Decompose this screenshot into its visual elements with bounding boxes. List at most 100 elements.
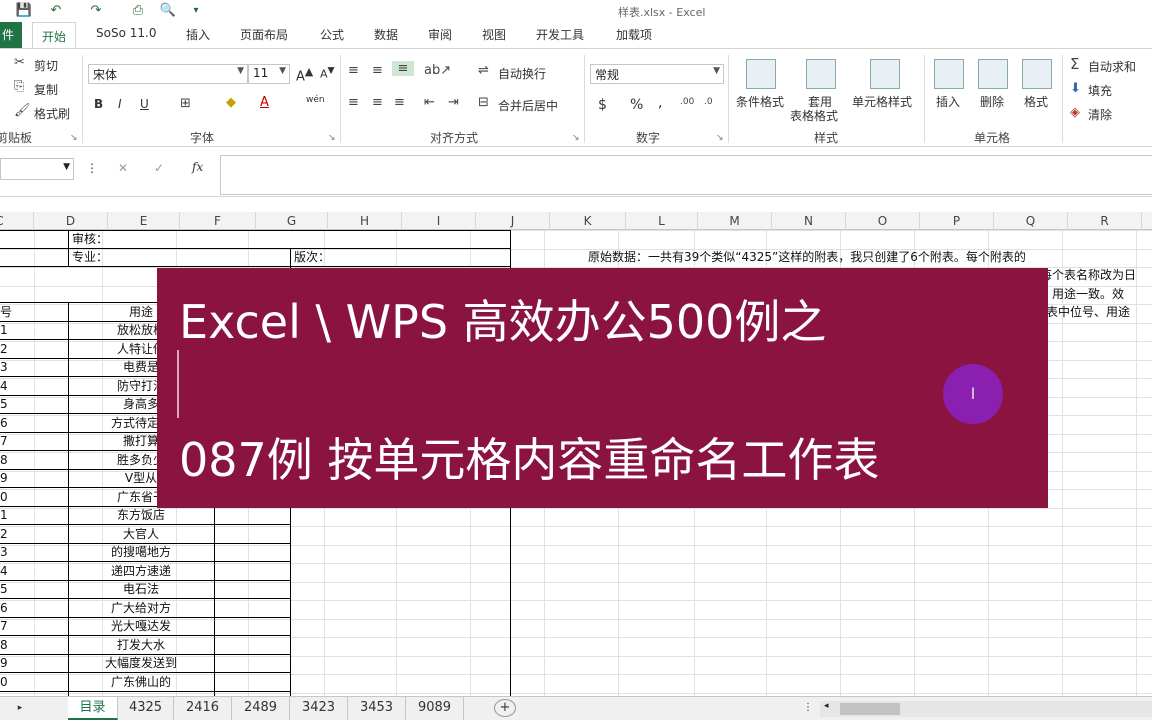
underline-button[interactable]: U bbox=[140, 97, 149, 111]
font-size-select[interactable]: 11 ▼ bbox=[248, 64, 290, 84]
tab-addins[interactable]: 加载项 bbox=[616, 26, 652, 43]
wrap-text-button[interactable]: 自动换行 bbox=[498, 65, 546, 82]
column-header[interactable]: K bbox=[550, 212, 626, 230]
save-icon[interactable]: 💾 bbox=[14, 2, 34, 20]
merge-center-button[interactable]: 合并后居中 bbox=[498, 97, 558, 114]
print-preview-icon[interactable]: ⎙ bbox=[128, 2, 148, 20]
tab-page-layout[interactable]: 页面布局 bbox=[240, 26, 288, 43]
align-left-icon[interactable]: ≡ bbox=[348, 95, 359, 110]
column-header[interactable]: E bbox=[108, 212, 180, 230]
sheet-tab-9089[interactable]: 9089 bbox=[406, 697, 464, 720]
delete-cells-button[interactable]: 删除 bbox=[980, 93, 1004, 110]
column-header[interactable]: D bbox=[34, 212, 108, 230]
clear-button[interactable]: 清除 bbox=[1088, 106, 1112, 123]
divider bbox=[584, 55, 585, 143]
format-painter-button[interactable]: 格式刷 bbox=[34, 105, 70, 122]
sheet-tab-2416[interactable]: 2416 bbox=[174, 697, 232, 720]
column-header[interactable]: N bbox=[772, 212, 846, 230]
more-options-icon: ⋮ bbox=[803, 702, 813, 713]
decrease-indent-icon[interactable]: ⇤ bbox=[424, 95, 435, 110]
insert-function-button[interactable]: fx bbox=[192, 160, 203, 174]
tab-file[interactable]: 件 bbox=[0, 22, 22, 48]
percent-button[interactable]: % bbox=[630, 97, 643, 113]
currency-button[interactable]: $ bbox=[598, 97, 607, 113]
scroll-left-icon[interactable]: ◂ bbox=[824, 701, 829, 711]
column-header[interactable]: G bbox=[256, 212, 328, 230]
column-header[interactable]: C bbox=[0, 212, 34, 230]
borders-icon[interactable]: ⊞ bbox=[180, 96, 191, 111]
comma-button[interactable]: , bbox=[658, 95, 662, 111]
name-box[interactable]: ▼ bbox=[0, 158, 74, 180]
sheet-tab-4325[interactable]: 4325 bbox=[118, 697, 174, 720]
column-header[interactable]: L bbox=[626, 212, 698, 230]
align-right-icon[interactable]: ≡ bbox=[394, 95, 405, 110]
autosum-button[interactable]: 自动求和 bbox=[1088, 58, 1136, 75]
sheet-tab-3453[interactable]: 3453 bbox=[348, 697, 406, 720]
column-header[interactable]: H bbox=[328, 212, 402, 230]
scroll-tabs-right-icon[interactable]: ▸ bbox=[10, 697, 30, 720]
column-header[interactable]: O bbox=[846, 212, 920, 230]
insert-cells-button[interactable]: 插入 bbox=[936, 93, 960, 110]
alignment-launcher-icon[interactable]: ↘ bbox=[572, 133, 580, 143]
conditional-format-button[interactable]: 条件格式 bbox=[736, 93, 784, 110]
italic-button[interactable]: I bbox=[118, 97, 122, 111]
orientation-icon[interactable]: ab↗ bbox=[424, 63, 451, 78]
grow-font-button[interactable]: A▲ bbox=[296, 65, 313, 84]
align-center-icon[interactable]: ≡ bbox=[372, 95, 383, 110]
formula-input[interactable] bbox=[220, 155, 1152, 195]
cancel-icon[interactable]: ✕ bbox=[118, 161, 128, 175]
cell-styles-button[interactable]: 单元格样式 bbox=[852, 93, 912, 110]
tab-formulas[interactable]: 公式 bbox=[320, 26, 344, 43]
customize-qa-icon[interactable]: ▾ bbox=[186, 2, 206, 20]
redo-icon[interactable]: ↷ bbox=[86, 2, 106, 20]
sheet-tab-2489[interactable]: 2489 bbox=[232, 697, 290, 720]
clipboard-launcher-icon[interactable]: ↘ bbox=[70, 133, 78, 143]
scrollbar-thumb[interactable] bbox=[840, 703, 900, 715]
fill-color-icon[interactable]: ◆ bbox=[226, 95, 236, 110]
tab-home[interactable]: 开始 bbox=[32, 22, 77, 49]
row-number: 5 bbox=[0, 397, 8, 411]
add-sheet-button[interactable]: + bbox=[494, 699, 516, 717]
tab-soso[interactable]: SoSo 11.0 bbox=[96, 26, 156, 40]
copy-button[interactable]: 复制 bbox=[34, 81, 58, 98]
sheet-tab-3423[interactable]: 3423 bbox=[290, 697, 348, 720]
align-middle-icon[interactable]: ≡ bbox=[372, 63, 383, 78]
zoom-preview-icon[interactable]: 🔍 bbox=[158, 2, 178, 20]
increase-decimal-icon[interactable]: .00 bbox=[680, 97, 694, 107]
column-header[interactable]: F bbox=[180, 212, 256, 230]
column-header[interactable]: R bbox=[1068, 212, 1142, 230]
tab-review[interactable]: 审阅 bbox=[428, 26, 452, 43]
format-as-table-line2[interactable]: 表格格式 bbox=[790, 107, 838, 124]
enter-icon[interactable]: ✓ bbox=[154, 161, 164, 175]
number-launcher-icon[interactable]: ↘ bbox=[716, 133, 724, 143]
tab-developer[interactable]: 开发工具 bbox=[536, 26, 584, 43]
align-bottom-icon[interactable]: ≡ bbox=[392, 61, 414, 76]
sheet-tab-catalog[interactable]: 目录 bbox=[68, 697, 118, 720]
column-header[interactable]: Q bbox=[994, 212, 1068, 230]
column-header[interactable]: P bbox=[920, 212, 994, 230]
excel-window: 💾 ↶ ↷ ⎙ 🔍 ▾ 样表.xlsx - Excel 件 开始 SoSo 11… bbox=[0, 0, 1152, 720]
divider bbox=[728, 55, 729, 143]
tab-data[interactable]: 数据 bbox=[374, 26, 398, 43]
font-launcher-icon[interactable]: ↘ bbox=[328, 133, 336, 143]
tab-insert[interactable]: 插入 bbox=[186, 26, 210, 43]
align-top-icon[interactable]: ≡ bbox=[348, 63, 359, 78]
horizontal-scrollbar[interactable]: ◂ bbox=[820, 701, 1152, 717]
font-group-label: 字体 bbox=[190, 131, 215, 145]
number-format-select[interactable]: 常规 ▼ bbox=[590, 64, 724, 84]
font-color-icon[interactable]: A bbox=[260, 95, 269, 110]
bold-button[interactable]: B bbox=[94, 97, 103, 111]
tab-view[interactable]: 视图 bbox=[482, 26, 506, 43]
fill-button[interactable]: 填充 bbox=[1088, 82, 1112, 99]
format-cells-button[interactable]: 格式 bbox=[1024, 93, 1048, 110]
increase-indent-icon[interactable]: ⇥ bbox=[448, 95, 459, 110]
cut-button[interactable]: 剪切 bbox=[34, 57, 58, 74]
phonetic-button[interactable]: wén bbox=[306, 95, 325, 105]
column-header[interactable]: J bbox=[476, 212, 550, 230]
font-name-select[interactable]: 宋体 ▼ bbox=[88, 64, 248, 84]
column-header[interactable]: I bbox=[402, 212, 476, 230]
column-header[interactable]: M bbox=[698, 212, 772, 230]
undo-icon[interactable]: ↶ bbox=[46, 2, 66, 20]
decrease-decimal-icon[interactable]: .0 bbox=[704, 97, 713, 107]
shrink-font-button[interactable]: A▼ bbox=[320, 65, 335, 81]
